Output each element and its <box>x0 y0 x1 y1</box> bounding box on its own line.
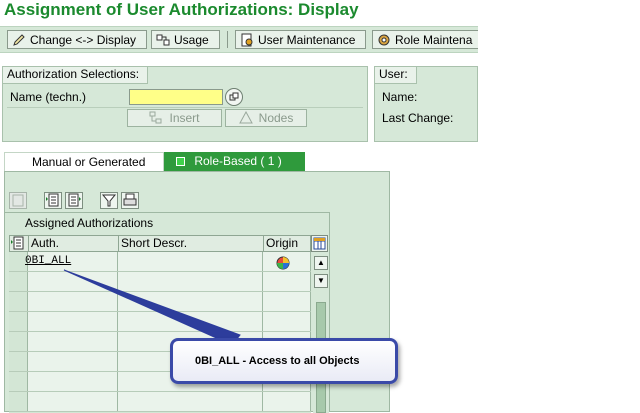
select-all-icon <box>46 193 59 207</box>
role-maintenance-label: Role Maintena <box>395 32 473 47</box>
table-header: Auth. Short Descr. Origin <box>9 235 311 252</box>
where-used-icon <box>156 34 170 45</box>
details-icon <box>12 194 24 207</box>
row-selector[interactable] <box>9 392 28 411</box>
row-selector[interactable] <box>9 292 28 311</box>
callout-text: 0BI_ALL - Access to all Objects <box>195 355 360 367</box>
name-techn-label: Name (techn.) <box>10 90 87 104</box>
table-cell <box>263 312 311 331</box>
table-row[interactable] <box>9 312 311 332</box>
table-cell <box>263 292 311 311</box>
role-maintenance-button[interactable]: Role Maintena <box>372 30 478 49</box>
table-cell <box>28 392 118 411</box>
deselect-all-icon <box>68 193 81 207</box>
table-cell <box>118 392 263 411</box>
user-name-label: Name: <box>382 90 418 104</box>
select-column-header[interactable] <box>10 236 29 251</box>
column-header-origin[interactable]: Origin <box>264 236 310 251</box>
table-cell <box>28 332 118 351</box>
table-cell <box>118 312 263 331</box>
value-help-icon <box>229 92 239 101</box>
change-display-button[interactable]: Change <-> Display <box>7 30 147 49</box>
table-cell <box>28 372 118 391</box>
table-cell <box>28 352 118 371</box>
filter-icon <box>101 194 117 207</box>
change-display-label: Change <-> Display <box>30 32 137 47</box>
authorization-selections-title: Authorization Selections: <box>2 66 149 84</box>
column-select-icon <box>11 236 24 250</box>
table-cell <box>28 292 118 311</box>
name-techn-input[interactable] <box>129 89 223 105</box>
table-cell <box>118 252 263 271</box>
tab-active-indicator-icon <box>176 157 185 167</box>
user-maintenance-button[interactable]: User Maintenance <box>235 30 366 49</box>
deselect-all-button[interactable] <box>65 192 83 209</box>
authorization-selections-panel: Authorization Selections: Name (techn.) … <box>2 66 368 142</box>
table-row[interactable] <box>9 272 311 292</box>
callout-box: 0BI_ALL - Access to all Objects <box>170 338 398 384</box>
details-button[interactable] <box>9 192 27 209</box>
row-selector[interactable] <box>9 372 28 391</box>
row-selector[interactable] <box>9 332 28 351</box>
table-cell <box>28 312 118 331</box>
usage-button[interactable]: Usage <box>151 30 220 49</box>
usage-label: Usage <box>174 32 209 47</box>
user-document-icon <box>241 33 253 46</box>
user-maintenance-label: User Maintenance <box>258 32 356 47</box>
pencil-icon <box>13 33 25 46</box>
value-help-button[interactable] <box>225 88 243 106</box>
vertical-scrollbar[interactable]: ▲ ▼ <box>313 252 329 413</box>
column-settings-button[interactable] <box>311 235 328 252</box>
table-cell <box>263 392 311 411</box>
row-selector[interactable] <box>9 352 28 371</box>
role-icon <box>378 34 390 45</box>
table-row[interactable] <box>9 292 311 312</box>
application-toolbar: Change <-> Display Usage User Maintenanc… <box>0 26 478 53</box>
print-button[interactable] <box>121 192 139 209</box>
table-row[interactable] <box>9 392 311 412</box>
user-group-title: User: <box>374 66 417 84</box>
last-change-label: Last Change: <box>382 111 454 125</box>
table-body <box>9 252 311 413</box>
tab-role-based[interactable]: Role-Based ( 1 ) <box>164 152 305 172</box>
toolbar-separator <box>227 31 228 48</box>
table-cell <box>28 272 118 291</box>
printer-icon <box>123 193 137 206</box>
table-cell <box>263 272 311 291</box>
scroll-up-button[interactable]: ▲ <box>314 256 328 270</box>
column-header-short-descr[interactable]: Short Descr. <box>119 236 264 251</box>
table-cell <box>118 272 263 291</box>
auth-link-0bi-all[interactable]: 0BI_ALL <box>25 255 71 267</box>
filter-button[interactable] <box>100 192 118 209</box>
tab-strip: Manual or Generated Role-Based ( 1 ) <box>4 152 308 172</box>
tab-manual-or-generated[interactable]: Manual or Generated <box>4 152 164 172</box>
table-cell <box>118 292 263 311</box>
table-settings-icon <box>313 237 326 250</box>
row-selector[interactable] <box>9 312 28 331</box>
select-all-button[interactable] <box>44 192 62 209</box>
role-origin-icon <box>276 256 290 270</box>
page-title: Assignment of User Authorizations: Displ… <box>4 0 359 19</box>
tab-role-label: Role-Based ( 1 ) <box>194 154 282 168</box>
selection-divider <box>7 107 363 139</box>
scroll-down-button[interactable]: ▼ <box>314 274 328 288</box>
row-selector[interactable] <box>9 272 28 291</box>
table-title: Assigned Authorizations <box>25 216 154 230</box>
column-header-auth[interactable]: Auth. <box>29 236 119 251</box>
tab-manual-label: Manual or Generated <box>32 155 146 169</box>
user-panel: User: Name: Last Change: <box>374 66 478 142</box>
